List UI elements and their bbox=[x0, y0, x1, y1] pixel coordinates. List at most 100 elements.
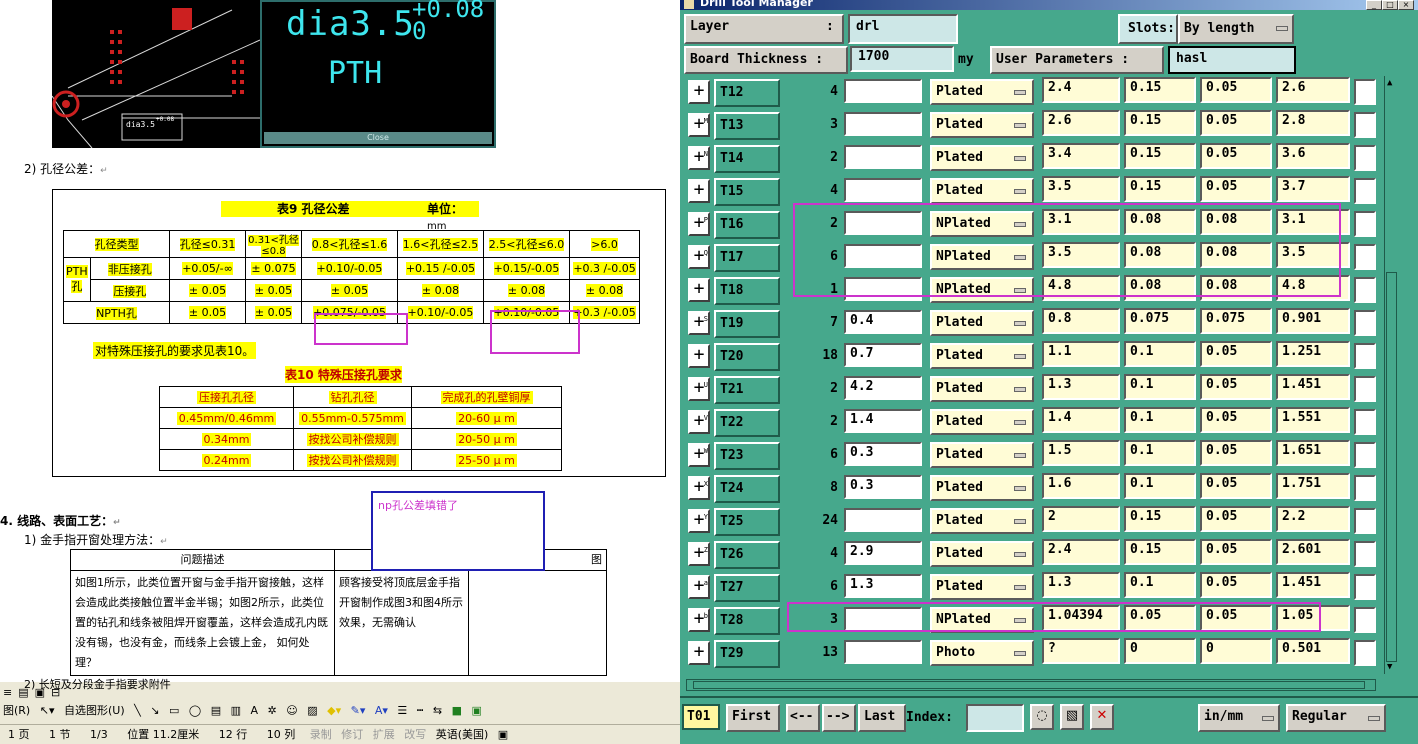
maximize-icon[interactable]: □ bbox=[1382, 0, 1398, 10]
user-parameters-field[interactable]: hasl bbox=[1168, 46, 1296, 74]
prev-button[interactable]: <-- bbox=[786, 704, 820, 732]
web-view-icon[interactable]: ▤ bbox=[15, 684, 31, 702]
v2-field[interactable]: 0.15 bbox=[1124, 110, 1196, 136]
v3-field[interactable]: 0.05 bbox=[1200, 440, 1272, 466]
v3-field[interactable]: 0.075 bbox=[1200, 308, 1272, 334]
add-icon[interactable]: + bbox=[688, 641, 710, 665]
status-trk[interactable]: 修订 bbox=[338, 725, 366, 744]
add-icon[interactable]: + M bbox=[688, 113, 710, 137]
tool-button[interactable]: T20 bbox=[714, 343, 780, 371]
v4-field[interactable]: 0.901 bbox=[1276, 308, 1350, 334]
v2-field[interactable]: 0.1 bbox=[1124, 473, 1196, 499]
tool-button[interactable]: T23 bbox=[714, 442, 780, 470]
extra-field[interactable] bbox=[1354, 442, 1376, 468]
tool-button[interactable]: T28 bbox=[714, 607, 780, 635]
board-thickness-field[interactable]: 1700 bbox=[850, 46, 954, 72]
v1-field[interactable]: 1.4 bbox=[1042, 407, 1120, 433]
add-icon[interactable]: + bbox=[688, 179, 710, 203]
add-icon[interactable]: + N bbox=[688, 146, 710, 170]
finish-size-field[interactable] bbox=[844, 508, 922, 532]
diagram-icon[interactable]: ✲ bbox=[265, 702, 280, 720]
v4-field[interactable]: 1.751 bbox=[1276, 473, 1350, 499]
v3-field[interactable]: 0.05 bbox=[1200, 176, 1272, 202]
vertical-textbox-icon[interactable]: ▥ bbox=[228, 702, 244, 720]
plating-dropdown[interactable]: Plated bbox=[930, 376, 1034, 402]
v4-field[interactable]: 1.551 bbox=[1276, 407, 1350, 433]
v1-field[interactable]: 2.4 bbox=[1042, 539, 1120, 565]
font-color-icon[interactable]: A▾ bbox=[372, 702, 391, 720]
plating-dropdown[interactable]: Plated bbox=[930, 310, 1034, 336]
shadow-icon[interactable]: ■ bbox=[449, 702, 465, 720]
units-dropdown[interactable]: in/mm bbox=[1198, 704, 1280, 732]
v2-field[interactable]: 0.1 bbox=[1124, 374, 1196, 400]
v4-field[interactable]: 3.6 bbox=[1276, 143, 1350, 169]
next-button[interactable]: --> bbox=[822, 704, 856, 732]
v4-field[interactable]: 1.451 bbox=[1276, 572, 1350, 598]
v1-field[interactable]: ? bbox=[1042, 638, 1120, 664]
rectangle-tool-icon[interactable]: ▭ bbox=[166, 702, 182, 720]
v4-field[interactable]: 3.7 bbox=[1276, 176, 1350, 202]
add-icon[interactable]: + bbox=[688, 80, 710, 104]
plating-dropdown[interactable]: Plated bbox=[930, 145, 1034, 171]
v1-field[interactable]: 2.6 bbox=[1042, 110, 1120, 136]
v1-field[interactable]: 1.3 bbox=[1042, 374, 1120, 400]
v2-field[interactable]: 0.075 bbox=[1124, 308, 1196, 334]
v2-field[interactable]: 0.1 bbox=[1124, 407, 1196, 433]
first-button[interactable]: First bbox=[726, 704, 780, 732]
plating-dropdown[interactable]: Plated bbox=[930, 442, 1034, 468]
clipart-icon[interactable]: ☺ bbox=[283, 702, 300, 720]
tool-button[interactable]: T14 bbox=[714, 145, 780, 173]
v2-field[interactable]: 0.15 bbox=[1124, 143, 1196, 169]
finish-size-field[interactable] bbox=[844, 178, 922, 202]
fill-color-icon[interactable]: ◆▾ bbox=[324, 702, 344, 720]
select-objects-icon[interactable]: ↖▾ bbox=[37, 702, 58, 720]
add-icon[interactable]: + bbox=[688, 344, 710, 368]
tool-button[interactable]: T18 bbox=[714, 277, 780, 305]
finish-size-field[interactable]: 4.2 bbox=[844, 376, 922, 400]
scroll-down-icon[interactable]: ▼ bbox=[1387, 662, 1392, 672]
v4-field[interactable]: 2.8 bbox=[1276, 110, 1350, 136]
v2-field[interactable]: 0.1 bbox=[1124, 440, 1196, 466]
user-parameters-button[interactable]: User Parameters : bbox=[990, 46, 1164, 74]
v2-field[interactable]: 0.15 bbox=[1124, 539, 1196, 565]
tool-button[interactable]: T15 bbox=[714, 178, 780, 206]
finish-size-field[interactable] bbox=[844, 640, 922, 664]
finish-size-field[interactable] bbox=[844, 112, 922, 136]
tool-button[interactable]: T29 bbox=[714, 640, 780, 668]
dash-style-icon[interactable]: ┅ bbox=[414, 702, 427, 720]
add-icon[interactable]: + W bbox=[688, 443, 710, 467]
tool-button[interactable]: T26 bbox=[714, 541, 780, 569]
tool-button[interactable]: T27 bbox=[714, 574, 780, 602]
v3-field[interactable]: 0.05 bbox=[1200, 77, 1272, 103]
tool-button[interactable]: T12 bbox=[714, 79, 780, 107]
finish-size-field[interactable]: 0.4 bbox=[844, 310, 922, 334]
extra-field[interactable] bbox=[1354, 145, 1376, 171]
textbox-icon[interactable]: ▤ bbox=[208, 702, 224, 720]
v4-field[interactable]: 1.251 bbox=[1276, 341, 1350, 367]
tool-button[interactable]: T19 bbox=[714, 310, 780, 338]
normal-view-icon[interactable]: ≡ bbox=[0, 684, 15, 702]
plating-dropdown[interactable]: Plated bbox=[930, 343, 1034, 369]
extra-field[interactable] bbox=[1354, 640, 1376, 666]
v2-field[interactable]: 0.15 bbox=[1124, 77, 1196, 103]
finish-size-field[interactable]: 1.4 bbox=[844, 409, 922, 433]
add-icon[interactable]: + U bbox=[688, 377, 710, 401]
line-style-icon[interactable]: ☰ bbox=[394, 702, 410, 720]
v1-field[interactable]: 0.8 bbox=[1042, 308, 1120, 334]
v3-field[interactable]: 0.05 bbox=[1200, 341, 1272, 367]
finish-size-field[interactable] bbox=[844, 79, 922, 103]
v3-field[interactable]: 0.05 bbox=[1200, 143, 1272, 169]
v2-field[interactable]: 0.15 bbox=[1124, 506, 1196, 532]
v4-field[interactable]: 2.601 bbox=[1276, 539, 1350, 565]
print-view-icon[interactable]: ▣ bbox=[32, 684, 48, 702]
horizontal-scrollbar[interactable] bbox=[686, 679, 1376, 691]
plating-dropdown[interactable]: Plated bbox=[930, 475, 1034, 501]
status-rec[interactable]: 录制 bbox=[307, 725, 335, 744]
layer-field[interactable]: drl bbox=[848, 14, 958, 44]
add-icon[interactable]: + X bbox=[688, 476, 710, 500]
last-button[interactable]: Last bbox=[858, 704, 906, 732]
status-ovr[interactable]: 改写 bbox=[401, 725, 429, 744]
close-icon[interactable]: × bbox=[1398, 0, 1414, 10]
plating-dropdown[interactable]: Plated bbox=[930, 541, 1034, 567]
line-tool-icon[interactable]: ╲ bbox=[131, 702, 144, 720]
